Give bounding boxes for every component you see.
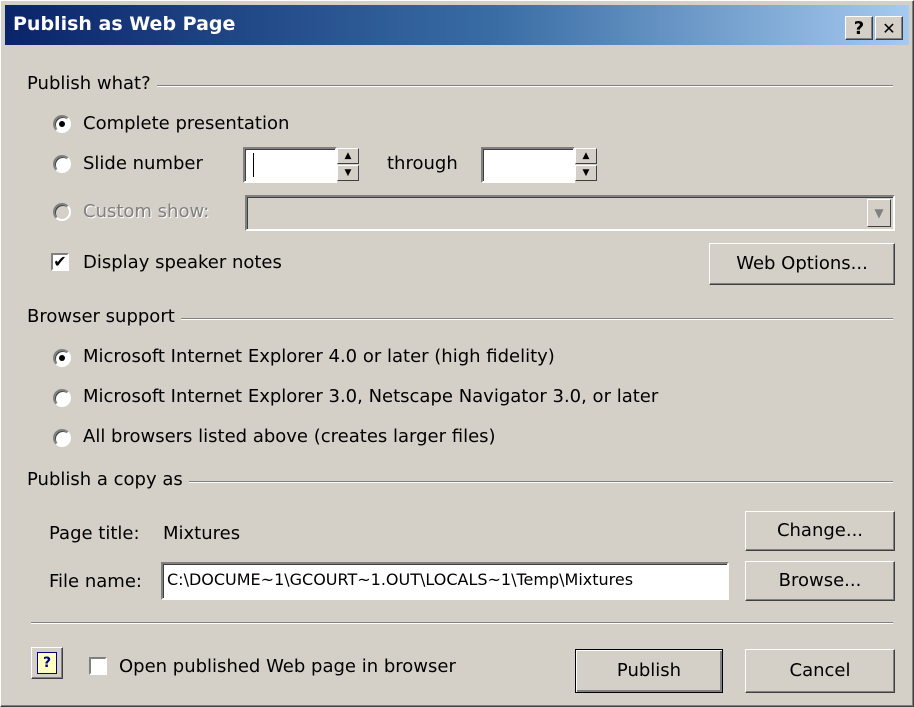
custom-show-label: Custom show: (83, 201, 210, 222)
publish-copy-heading: Publish a copy as (27, 469, 189, 490)
custom-show-radio (53, 203, 71, 221)
through-label: through (387, 153, 458, 174)
change-title-button[interactable]: Change... (745, 511, 895, 551)
stepper-up-icon[interactable]: ▲ (575, 148, 597, 164)
slide-to-input[interactable] (481, 147, 575, 183)
text-caret (253, 153, 254, 177)
cancel-button[interactable]: Cancel (745, 649, 895, 693)
complete-presentation-label[interactable]: Complete presentation (83, 113, 289, 134)
slide-from-input[interactable] (243, 147, 337, 183)
display-notes-label[interactable]: Display speaker notes (83, 252, 282, 273)
chevron-down-icon: ▼ (867, 199, 891, 227)
help-book-icon: ? (37, 652, 57, 674)
stepper-down-icon[interactable]: ▼ (337, 165, 359, 181)
browser-option-ie4-radio[interactable] (53, 349, 71, 367)
slide-to-stepper[interactable]: ▲ ▼ (575, 148, 597, 182)
open-in-browser-checkbox[interactable] (89, 657, 107, 675)
browser-option-ie3-radio[interactable] (53, 389, 71, 407)
display-notes-checkbox[interactable]: ✔ (51, 253, 69, 271)
slide-number-radio[interactable] (53, 155, 71, 173)
page-title-label: Page title: (49, 523, 140, 544)
browser-option-all-label[interactable]: All browsers listed above (creates large… (83, 426, 496, 447)
title-bar[interactable]: Publish as Web Page ? ✕ (5, 5, 909, 45)
publish-button[interactable]: Publish (575, 649, 723, 693)
publish-web-page-dialog: Publish as Web Page ? ✕ Publish what? Co… (0, 0, 914, 707)
stepper-down-icon[interactable]: ▼ (575, 165, 597, 181)
close-icon[interactable]: ✕ (875, 16, 903, 40)
page-title-value: Mixtures (163, 523, 241, 544)
file-name-label: File name: (49, 571, 142, 592)
dialog-title: Publish as Web Page (13, 13, 236, 35)
slide-number-label[interactable]: Slide number (83, 153, 203, 174)
web-options-button[interactable]: Web Options... (709, 243, 895, 285)
publish-what-divider (31, 85, 893, 87)
slide-from-stepper[interactable]: ▲ ▼ (337, 148, 359, 182)
browser-option-all-radio[interactable] (53, 429, 71, 447)
complete-presentation-radio[interactable] (53, 115, 71, 133)
footer-divider (31, 622, 893, 624)
browse-button[interactable]: Browse... (745, 561, 895, 601)
browser-option-ie4-label[interactable]: Microsoft Internet Explorer 4.0 or later… (83, 346, 555, 367)
help-button[interactable]: ? (31, 647, 63, 679)
help-icon[interactable]: ? (845, 16, 873, 40)
browser-option-ie3-label[interactable]: Microsoft Internet Explorer 3.0, Netscap… (83, 386, 658, 407)
file-name-input[interactable]: C:\DOCUME~1\GCOURT~1.OUT\LOCALS~1\Temp\M… (161, 562, 729, 600)
stepper-up-icon[interactable]: ▲ (337, 148, 359, 164)
publish-what-heading: Publish what? (27, 73, 157, 94)
custom-show-select (245, 195, 895, 231)
open-in-browser-label[interactable]: Open published Web page in browser (119, 656, 456, 677)
browser-support-heading: Browser support (27, 306, 181, 327)
